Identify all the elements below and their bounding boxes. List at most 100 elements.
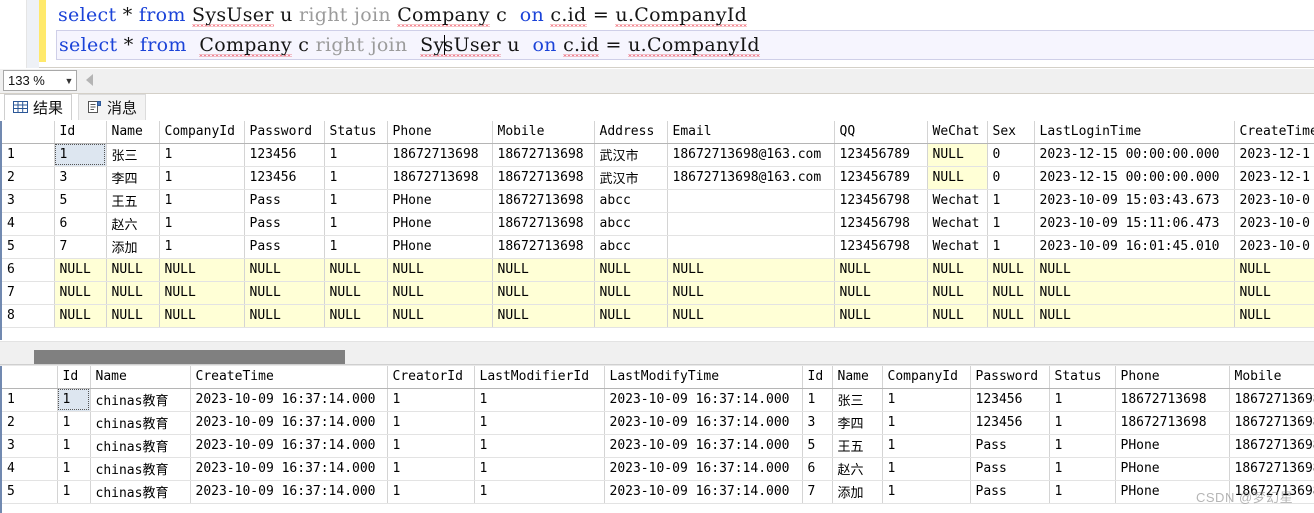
table-cell[interactable]: 6 [54, 212, 107, 236]
column-header[interactable]: Phone [387, 121, 493, 144]
table-cell[interactable]: chinas教育 [90, 388, 191, 412]
table-cell[interactable] [667, 189, 835, 213]
table-cell[interactable]: NULL [834, 304, 928, 328]
column-header[interactable]: Password [970, 366, 1050, 389]
table-cell[interactable]: 1 [387, 434, 475, 458]
scrollbar-thumb[interactable] [33, 350, 346, 364]
table-cell[interactable]: 2023-10-09 16:37:14.000 [190, 411, 388, 435]
table-cell[interactable]: 123456 [244, 143, 325, 167]
table-cell[interactable]: NULL [159, 304, 245, 328]
table-cell[interactable]: 3 [54, 166, 107, 190]
row-number-cell[interactable]: 3 [2, 189, 55, 213]
table-cell[interactable]: 1 [882, 411, 971, 435]
table-cell[interactable]: 123456 [244, 166, 325, 190]
table-cell[interactable]: Wechat [927, 189, 988, 213]
table-cell[interactable]: 18672713698 [1229, 411, 1314, 435]
table-cell[interactable]: 2023-12-15 00:00:00.000 [1034, 166, 1235, 190]
table-cell[interactable]: 2023-10-09 16:01:45.010 [1034, 235, 1235, 259]
table-cell[interactable]: 1 [159, 143, 245, 167]
table-row[interactable]: 7 NULL NULL NULL NULL NULL NULL NULL NULL NULL NUL… [2, 281, 1314, 305]
table-cell[interactable]: 1 [882, 480, 971, 504]
table-cell[interactable]: NULL [1234, 281, 1314, 305]
table-cell[interactable]: 1 [324, 189, 388, 213]
table-cell[interactable]: PHone [1115, 457, 1230, 481]
column-header[interactable]: LastLoginTime [1034, 121, 1235, 144]
table-cell[interactable]: Pass [244, 189, 325, 213]
table-cell[interactable]: NULL [106, 258, 160, 282]
table-cell[interactable]: 2023-10-09 16:37:14.000 [604, 388, 803, 412]
column-header[interactable]: Name [90, 366, 191, 389]
table-cell[interactable]: Pass [244, 212, 325, 236]
table-cell[interactable]: 18672713698 [492, 143, 595, 167]
table-cell[interactable]: 1 [324, 212, 388, 236]
table-cell[interactable]: 李四 [832, 411, 883, 435]
table-cell[interactable]: 1 [987, 235, 1035, 259]
table-cell[interactable]: NULL [594, 258, 668, 282]
table-cell[interactable]: 2023-10-0 [1234, 189, 1314, 213]
table-cell[interactable]: 1 [1049, 457, 1116, 481]
table-cell[interactable]: 123456789 [834, 166, 928, 190]
table-cell[interactable]: NULL [106, 304, 160, 328]
table-cell[interactable]: Pass [244, 235, 325, 259]
table-cell[interactable]: 2023-10-09 16:37:14.000 [604, 434, 803, 458]
column-header-rownum[interactable] [2, 121, 55, 144]
table-cell[interactable]: NULL [54, 304, 107, 328]
table-cell[interactable]: NULL [1034, 281, 1235, 305]
row-number-cell[interactable]: 5 [2, 235, 55, 259]
table-cell[interactable]: 1 [474, 457, 605, 481]
table-cell[interactable]: 张三 [832, 388, 883, 412]
table-cell[interactable]: NULL [834, 281, 928, 305]
table-cell[interactable]: 赵六 [106, 212, 160, 236]
tab-results[interactable]: 结果 [4, 94, 73, 120]
table-cell[interactable]: chinas教育 [90, 480, 191, 504]
column-header[interactable]: Name [832, 366, 883, 389]
table-row[interactable]: 5 1 chinas教育 2023-10-09 16:37:14.000 1 1 2023-… [2, 480, 1314, 504]
table-cell[interactable]: NULL [987, 258, 1035, 282]
table-cell[interactable]: Pass [970, 480, 1050, 504]
table-cell[interactable]: PHone [1115, 434, 1230, 458]
table-cell[interactable]: 1 [882, 388, 971, 412]
table-cell[interactable]: NULL [987, 281, 1035, 305]
table-cell[interactable]: 18672713698@163.com [667, 143, 835, 167]
table-cell[interactable]: NULL [244, 281, 325, 305]
table-cell[interactable]: PHone [387, 189, 493, 213]
table-cell[interactable]: 123456798 [834, 189, 928, 213]
table-cell[interactable]: NULL [927, 258, 988, 282]
table-cell[interactable]: 1 [387, 480, 475, 504]
table-cell[interactable]: 1 [159, 166, 245, 190]
table-cell[interactable]: NULL [492, 258, 595, 282]
table-cell[interactable]: NULL [324, 304, 388, 328]
table-cell[interactable]: 3 [802, 411, 833, 435]
table-cell[interactable]: 张三 [106, 143, 160, 167]
table-cell[interactable]: 6 [802, 457, 833, 481]
table-cell[interactable]: 1 [1049, 434, 1116, 458]
table-cell[interactable]: NULL [387, 258, 493, 282]
table-cell[interactable]: 18672713698 [492, 212, 595, 236]
row-number-cell[interactable]: 4 [2, 457, 58, 481]
table-cell[interactable]: 1 [324, 235, 388, 259]
table-cell[interactable]: 18672713698 [492, 189, 595, 213]
row-number-cell[interactable]: 2 [2, 411, 58, 435]
table-cell[interactable]: 2023-10-09 16:37:14.000 [190, 388, 388, 412]
editor-selection-margin[interactable] [27, 0, 39, 68]
table-cell[interactable]: PHone [387, 235, 493, 259]
table-cell[interactable]: abcc [594, 235, 668, 259]
column-header[interactable]: LastModifierId [474, 366, 605, 389]
column-header[interactable]: CreatorId [387, 366, 475, 389]
table-cell[interactable]: NULL [159, 281, 245, 305]
table-row[interactable]: 3 5 王五 1 Pass 1 PHone 18672713698 abcc 123456798 W… [2, 189, 1314, 213]
triangle-left-icon[interactable] [86, 74, 93, 86]
table-cell[interactable]: 2023-10-09 16:37:14.000 [604, 411, 803, 435]
row-number-cell[interactable]: 2 [2, 166, 55, 190]
table-cell[interactable]: 7 [54, 235, 107, 259]
column-header[interactable]: Name [106, 121, 160, 144]
table-cell[interactable]: 18672713698@163.com [667, 166, 835, 190]
table-cell[interactable]: 1 [387, 457, 475, 481]
chevron-down-icon[interactable]: ▼ [62, 76, 76, 86]
row-number-cell[interactable]: 3 [2, 434, 58, 458]
table-cell[interactable]: 赵六 [832, 457, 883, 481]
table-cell[interactable]: 1 [474, 434, 605, 458]
table-cell[interactable]: NULL [324, 281, 388, 305]
row-number-cell[interactable]: 8 [2, 304, 55, 328]
table-cell[interactable]: 18672713698 [1115, 411, 1230, 435]
